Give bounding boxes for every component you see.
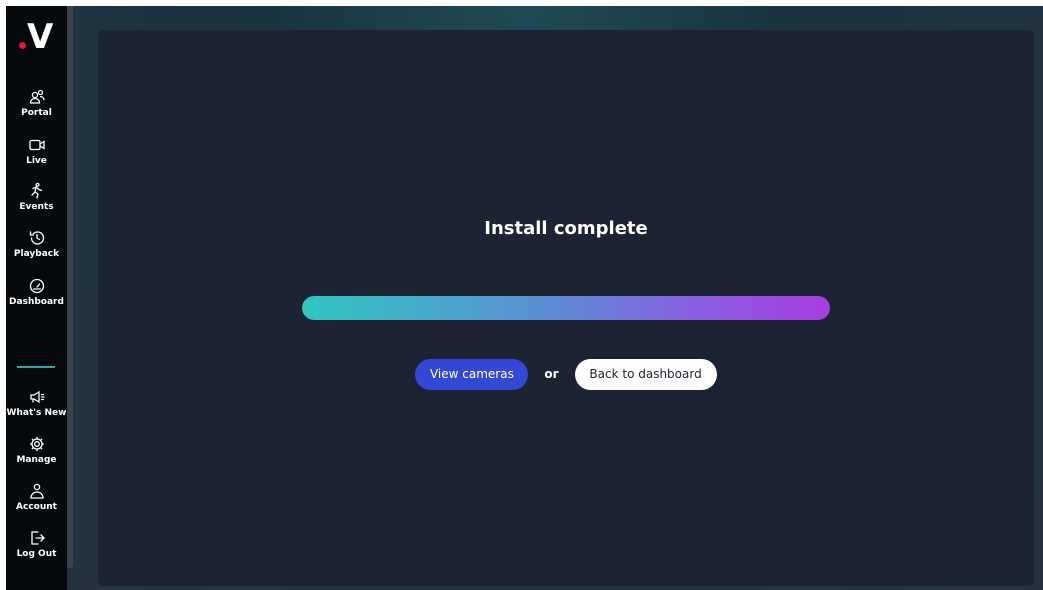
sidebar-scrollbar[interactable] (67, 6, 73, 568)
gauge-icon (29, 278, 44, 294)
back-to-dashboard-button[interactable]: Back to dashboard (574, 358, 717, 390)
sidebar-item-label: Account (16, 502, 57, 512)
sidebar-item-account[interactable]: Account (6, 482, 67, 522)
install-panel: Install complete View cameras or Back to… (98, 30, 1034, 586)
progress-fill (302, 296, 830, 320)
sidebar-item-manage[interactable]: Manage (6, 435, 67, 475)
view-cameras-button[interactable]: View cameras (415, 358, 529, 390)
sidebar-item-log-out[interactable]: Log Out (6, 529, 67, 569)
sidebar-divider (17, 366, 55, 368)
sidebar-item-label: Playback (13, 249, 60, 259)
logo-dot (19, 42, 26, 49)
sidebar-item-label: Manage (16, 455, 57, 465)
video-camera-icon (28, 139, 45, 151)
sidebar-item-portal[interactable]: Portal (6, 88, 67, 128)
page-title: Install complete (484, 218, 648, 239)
sidebar-item-dashboard[interactable]: Dashboard (6, 277, 67, 317)
sidebar-item-label: Portal (21, 108, 52, 118)
sidebar-item-whats-new[interactable]: What's New (6, 388, 67, 428)
running-person-icon (30, 182, 42, 199)
logout-icon (30, 531, 45, 545)
install-progress-bar (302, 296, 830, 320)
sidebar-item-playback[interactable]: Playback (6, 229, 67, 269)
logo-letter: V (27, 17, 53, 57)
sidebar-item-label: Log Out (16, 549, 57, 559)
brand-logo[interactable]: V (19, 18, 59, 54)
gear-icon (29, 437, 44, 451)
people-icon (29, 89, 45, 104)
sidebar-item-label: What's New (6, 408, 67, 418)
sidebar-item-events[interactable]: Events (6, 182, 67, 222)
or-separator: or (544, 367, 559, 381)
sidebar-item-label: Dashboard (9, 297, 64, 307)
sidebar-item-label: Events (19, 202, 54, 212)
action-row: View cameras or Back to dashboard (98, 358, 1034, 390)
sidebar-item-live[interactable]: Live (6, 136, 67, 176)
sidebar: V Portal Live Events Playback Dashboard … (6, 6, 67, 590)
history-icon (29, 231, 44, 245)
app-window: V Portal Live Events Playback Dashboard … (6, 6, 1043, 590)
megaphone-icon (29, 390, 45, 404)
sidebar-item-label: Live (26, 156, 47, 166)
user-icon (29, 483, 44, 499)
